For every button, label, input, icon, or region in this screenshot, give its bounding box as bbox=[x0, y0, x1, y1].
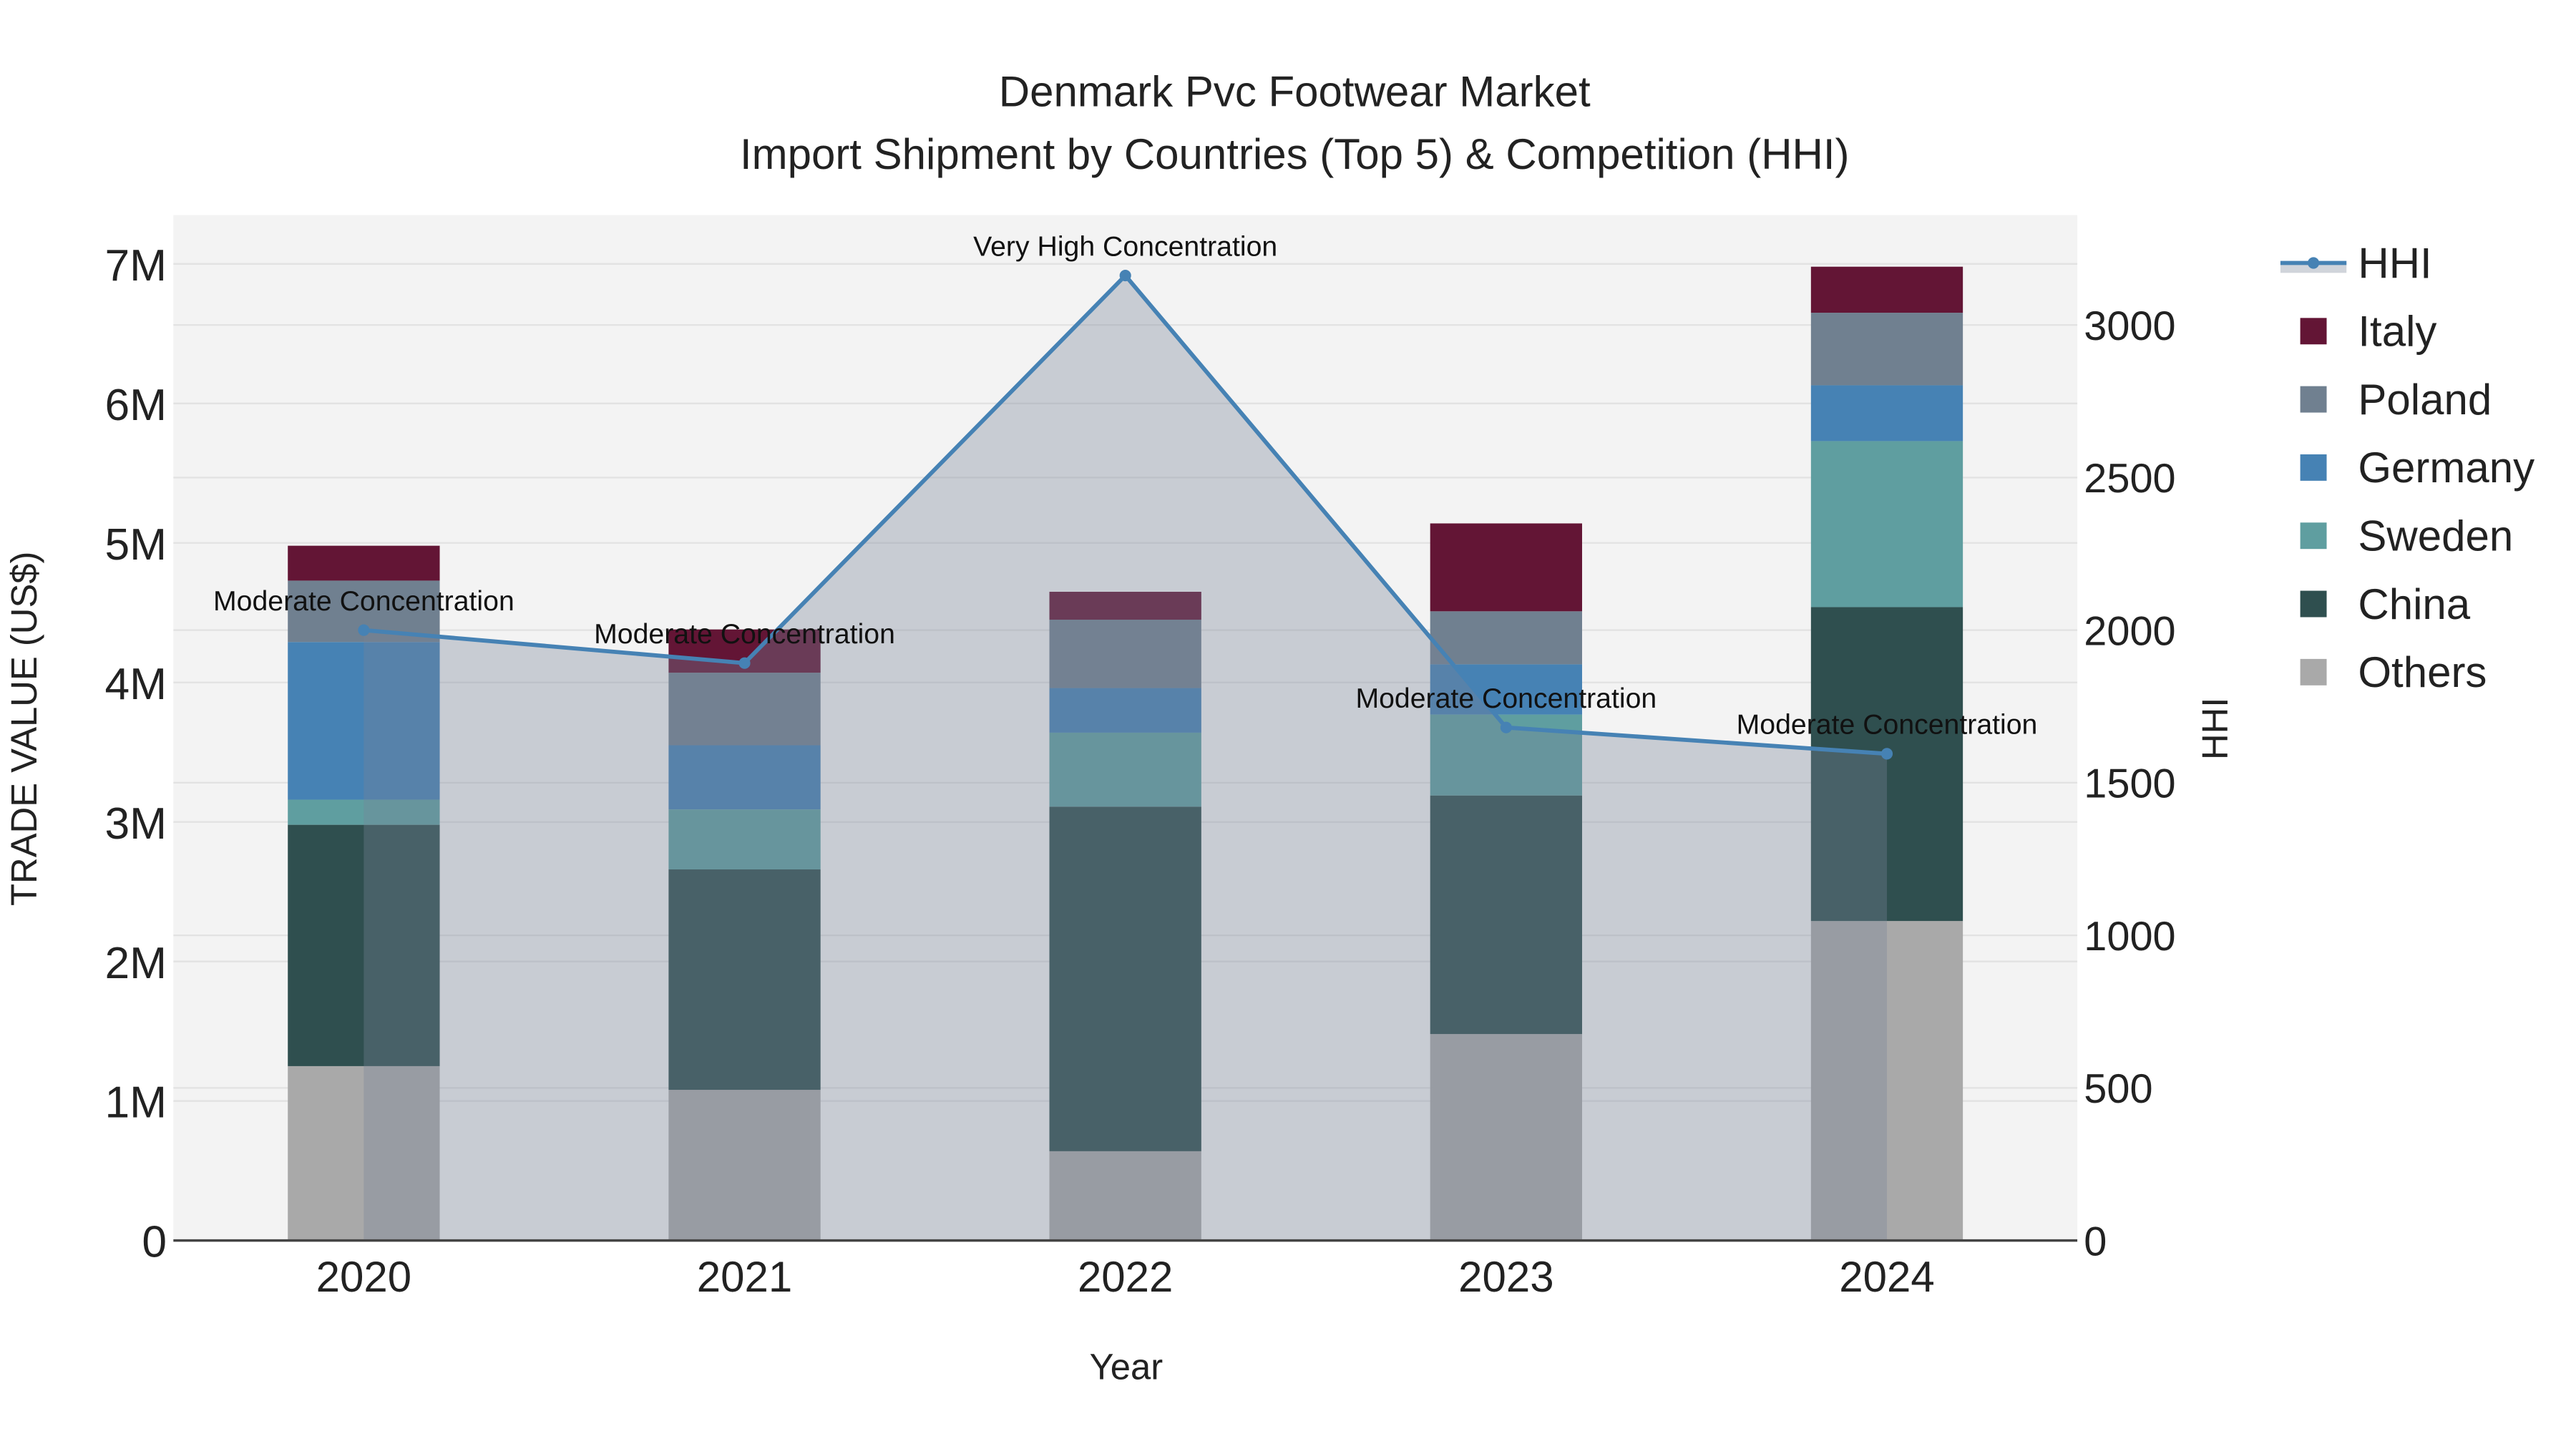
hhi-point-2024 bbox=[1880, 748, 1893, 760]
y-tick-label: 0 bbox=[142, 1218, 167, 1267]
y2-tick-label: 0 bbox=[2084, 1219, 2107, 1264]
x-tick-label: 2024 bbox=[1839, 1253, 1934, 1301]
legend-label-italy: Italy bbox=[2358, 308, 2436, 356]
legend-label-hhi: HHI bbox=[2358, 239, 2431, 287]
y2-axis-title: HHI bbox=[2195, 698, 2235, 760]
y-tick-label: 2M bbox=[105, 939, 167, 988]
hhi-annotation: Moderate Concentration bbox=[1737, 709, 2038, 741]
hhi-annotation: Moderate Concentration bbox=[1355, 683, 1657, 714]
bar-poland-2023 bbox=[1430, 611, 1582, 665]
bar-sweden-2024 bbox=[1810, 441, 1963, 608]
y2-tick-label: 3000 bbox=[2084, 303, 2175, 349]
legend-swatch-sweden bbox=[2300, 522, 2327, 550]
y-tick-label: 3M bbox=[105, 799, 167, 849]
y2-tick-label: 1000 bbox=[2084, 914, 2175, 960]
y-tick-label: 1M bbox=[105, 1078, 167, 1128]
y-tick-label: 6M bbox=[105, 381, 167, 430]
y-tick-label: 7M bbox=[105, 241, 167, 291]
hhi-point-2020 bbox=[358, 624, 370, 636]
chart-subtitle: Import Shipment by Countries (Top 5) & C… bbox=[740, 130, 1850, 178]
y2-tick-label: 2500 bbox=[2084, 456, 2175, 502]
hhi-annotation: Moderate Concentration bbox=[213, 585, 514, 617]
x-axis-title: Year bbox=[1090, 1347, 1163, 1387]
hhi-point-2022 bbox=[1119, 269, 1131, 282]
y-tick-label: 4M bbox=[105, 660, 167, 709]
legend-swatch-italy bbox=[2300, 318, 2327, 345]
y-axis-title: TRADE VALUE (US$) bbox=[4, 552, 44, 906]
legend-swatch-others bbox=[2300, 658, 2327, 686]
bar-italy-2023 bbox=[1430, 523, 1582, 612]
legend-label-germany: Germany bbox=[2358, 444, 2534, 492]
legend-swatch-poland bbox=[2300, 386, 2327, 413]
legend-label-poland: Poland bbox=[2358, 376, 2492, 424]
legend-label-china: China bbox=[2358, 580, 2470, 628]
hhi-point-2021 bbox=[738, 657, 751, 669]
bar-italy-2024 bbox=[1810, 266, 1963, 313]
legend-label-sweden: Sweden bbox=[2358, 512, 2513, 560]
y2-tick-label: 500 bbox=[2084, 1066, 2152, 1112]
x-tick-label: 2023 bbox=[1458, 1253, 1553, 1301]
x-tick-label: 2020 bbox=[316, 1253, 411, 1301]
hhi-annotation: Moderate Concentration bbox=[594, 618, 895, 650]
legend-hhi-marker bbox=[2308, 257, 2320, 269]
y-tick-label: 5M bbox=[105, 520, 167, 570]
x-tick-label: 2022 bbox=[1078, 1253, 1173, 1301]
hhi-point-2023 bbox=[1500, 721, 1512, 733]
bar-italy-2020 bbox=[288, 545, 440, 581]
legend-label-others: Others bbox=[2358, 648, 2487, 696]
bar-germany-2024 bbox=[1810, 385, 1963, 441]
y2-tick-label: 2000 bbox=[2084, 608, 2175, 654]
chart: Denmark Pvc Footwear Market Import Shipm… bbox=[0, 0, 2576, 1449]
hhi-annotation: Very High Concentration bbox=[973, 230, 1277, 262]
bar-poland-2024 bbox=[1810, 313, 1963, 386]
legend-swatch-china bbox=[2300, 590, 2327, 618]
y2-tick-label: 1500 bbox=[2084, 761, 2175, 807]
x-tick-label: 2021 bbox=[697, 1253, 792, 1301]
chart-title: Denmark Pvc Footwear Market bbox=[999, 67, 1591, 115]
legend-swatch-germany bbox=[2300, 454, 2327, 481]
